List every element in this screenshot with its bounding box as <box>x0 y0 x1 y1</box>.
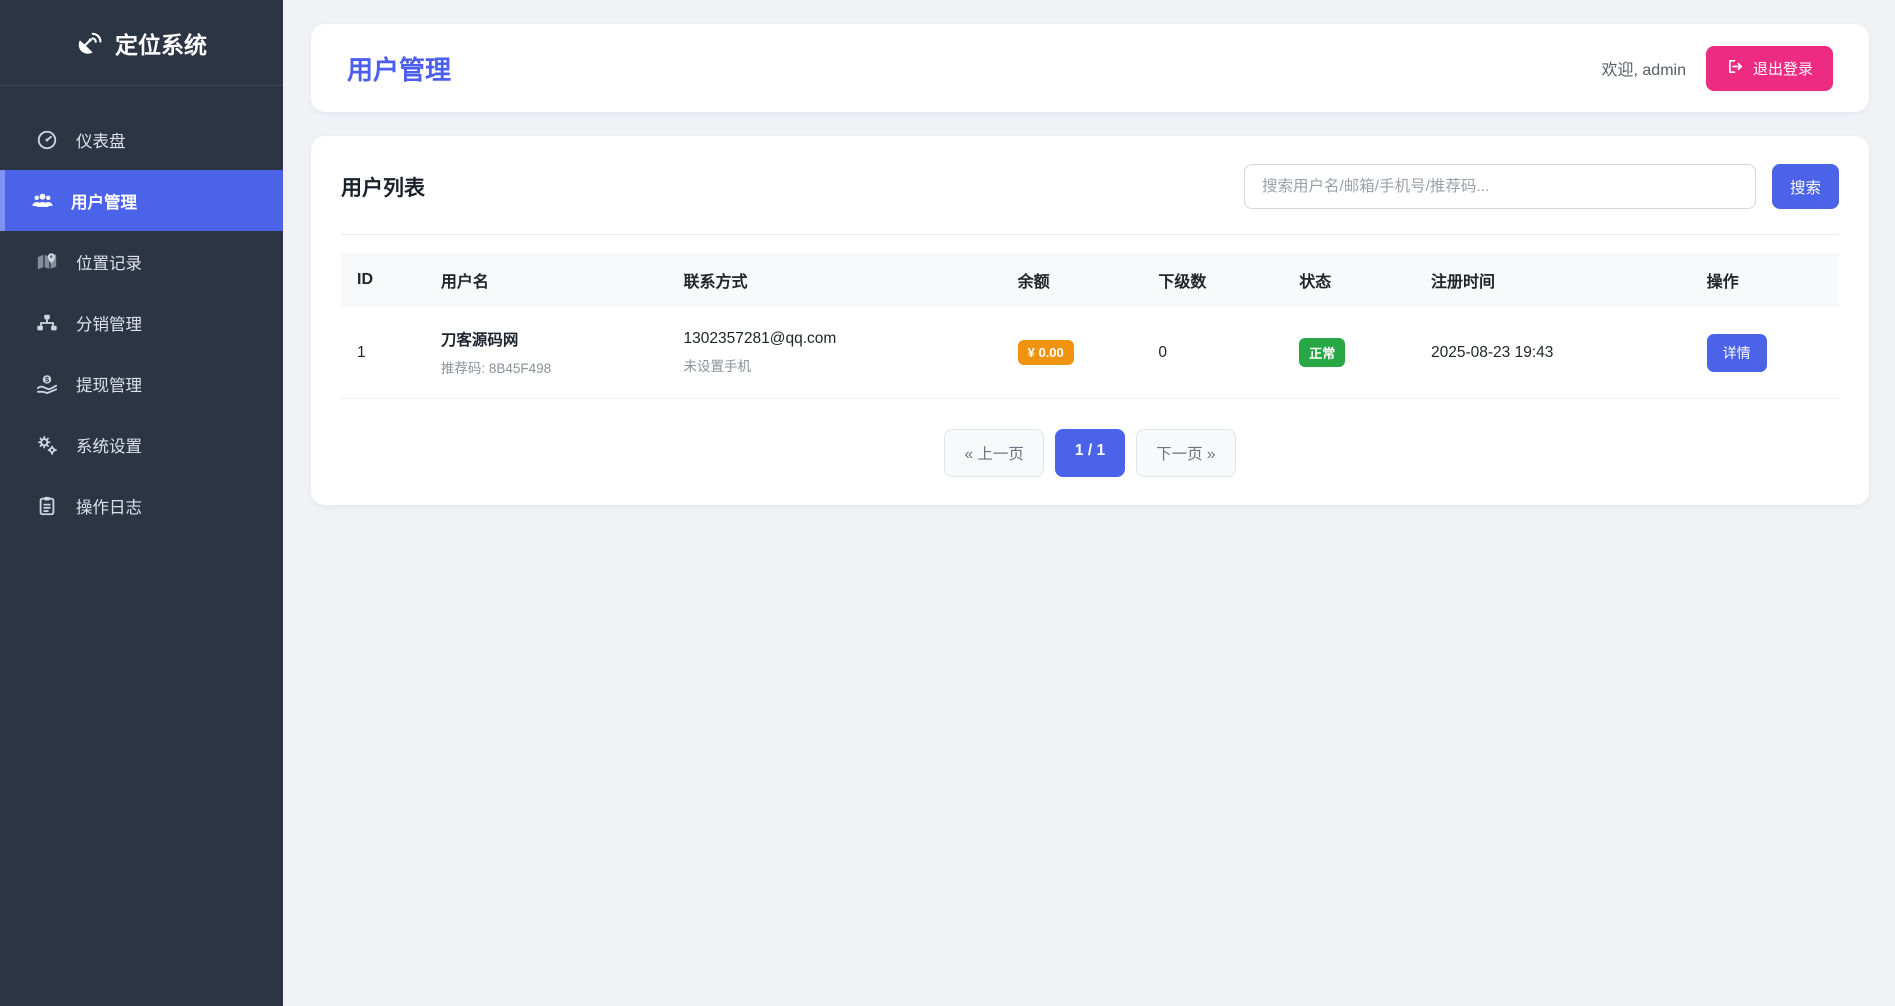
sign-out-icon <box>1726 58 1743 79</box>
table-row: 1 刀客源码网 推荐码: 8B45F498 1302357281@qq.com … <box>341 307 1839 399</box>
panel-title: 用户列表 <box>341 172 425 202</box>
user-phone: 未设置手机 <box>684 355 986 375</box>
status-badge: 正常 <box>1299 338 1345 367</box>
current-page-indicator: 1 / 1 <box>1055 429 1125 477</box>
column-registered: 注册时间 <box>1415 253 1691 307</box>
column-status: 状态 <box>1283 253 1415 307</box>
main-content: 用户管理 欢迎, admin 退出登录 用户列表 <box>283 0 1895 1006</box>
sidebar-item-label: 用户管理 <box>71 189 137 213</box>
svg-text:$: $ <box>45 374 49 383</box>
next-page-button[interactable]: 下一页 » <box>1136 429 1235 477</box>
user-list-panel: 用户列表 搜索 ID 用户名 联系方式 余额 下级数 状态 注册时间 <box>311 136 1869 505</box>
map-marker-icon <box>35 251 59 273</box>
sidebar-item-label: 操作日志 <box>76 494 142 518</box>
search-input[interactable] <box>1244 164 1756 209</box>
sitemap-icon <box>35 312 59 334</box>
sidebar-item-dashboard[interactable]: 仪表盘 <box>0 109 283 170</box>
app-root: 定位系统 仪表盘 <box>0 0 1895 1006</box>
logo-title: 定位系统 <box>115 26 207 60</box>
sidebar-item-label: 位置记录 <box>76 250 142 274</box>
sidebar-item-label: 提现管理 <box>76 372 142 396</box>
column-subordinates: 下级数 <box>1142 253 1283 307</box>
logout-label: 退出登录 <box>1753 58 1813 79</box>
balance-badge: ¥ 0.00 <box>1018 340 1074 365</box>
sidebar-item-settings[interactable]: 系统设置 <box>0 414 283 475</box>
sidebar-item-label: 系统设置 <box>76 433 142 457</box>
column-actions: 操作 <box>1691 253 1839 307</box>
sidebar-item-logs[interactable]: 操作日志 <box>0 475 283 536</box>
table-header: ID 用户名 联系方式 余额 下级数 状态 注册时间 操作 <box>341 253 1839 307</box>
detail-button[interactable]: 详情 <box>1707 334 1767 372</box>
column-balance: 余额 <box>1002 253 1143 307</box>
header-right: 欢迎, admin 退出登录 <box>1602 46 1834 91</box>
user-id: 1 <box>341 307 425 399</box>
user-table: ID 用户名 联系方式 余额 下级数 状态 注册时间 操作 1 刀客源码网 <box>341 253 1839 399</box>
column-username: 用户名 <box>425 253 668 307</box>
user-referral-code: 推荐码: 8B45F498 <box>441 357 652 377</box>
sidebar-item-distribution[interactable]: 分销管理 <box>0 292 283 353</box>
user-email: 1302357281@qq.com <box>684 330 986 348</box>
page-title: 用户管理 <box>347 50 451 87</box>
sidebar-item-users[interactable]: 用户管理 <box>0 170 283 231</box>
gauge-icon <box>35 129 59 151</box>
column-contact: 联系方式 <box>668 253 1002 307</box>
welcome-text: 欢迎, admin <box>1602 56 1686 80</box>
sidebar-item-label: 仪表盘 <box>76 128 126 152</box>
panel-header: 用户列表 搜索 <box>341 136 1839 235</box>
sidebar-nav: 仪表盘 用户管理 <box>0 109 283 536</box>
user-name: 刀客源码网 <box>441 328 652 350</box>
clipboard-icon <box>35 495 59 517</box>
page-header: 用户管理 欢迎, admin 退出登录 <box>311 24 1869 112</box>
registered-time: 2025-08-23 19:43 <box>1415 307 1691 399</box>
gears-icon <box>35 434 59 456</box>
sidebar-item-withdrawals[interactable]: $ 提现管理 <box>0 353 283 414</box>
sidebar-item-locations[interactable]: 位置记录 <box>0 231 283 292</box>
subordinate-count: 0 <box>1142 307 1283 399</box>
hand-dollar-icon: $ <box>35 373 59 395</box>
pagination: « 上一页 1 / 1 下一页 » <box>341 429 1839 477</box>
search-group: 搜索 <box>1244 164 1839 209</box>
app-logo: 定位系统 <box>0 0 283 86</box>
search-button[interactable]: 搜索 <box>1772 164 1839 209</box>
users-icon <box>30 189 54 212</box>
column-id: ID <box>341 253 425 307</box>
logout-button[interactable]: 退出登录 <box>1706 46 1833 91</box>
prev-page-button[interactable]: « 上一页 <box>944 429 1043 477</box>
sidebar: 定位系统 仪表盘 <box>0 0 283 1006</box>
sidebar-item-label: 分销管理 <box>76 311 142 335</box>
satellite-dish-icon <box>76 30 102 56</box>
